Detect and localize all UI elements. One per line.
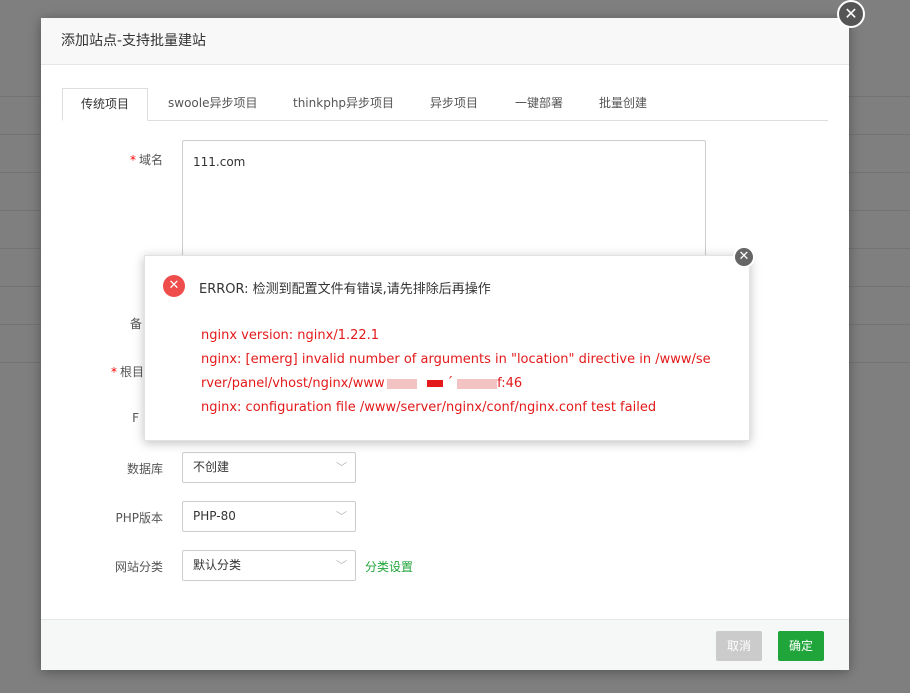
tab-swoole[interactable]: swoole异步项目 [168,88,257,120]
tab-async[interactable]: 异步项目 [430,88,478,120]
required-mark: * [129,153,136,167]
error-popup: ✕ ✕ ERROR: 检测到配置文件有错误,请先排除后再操作 nginx ver… [144,246,755,441]
tab-traditional[interactable]: 传统项目 [62,88,149,121]
root-dir-label: * 根目 [41,363,144,380]
remark-label: 备 [129,317,142,331]
database-label: 数据库 [126,462,163,476]
tab-batch-create[interactable]: 批量创建 [599,88,647,120]
ftp-label: F [132,411,139,425]
site-category-value: 默认分类 [193,558,242,572]
error-line-part: f:46 [497,376,523,391]
error-title: ERROR: 检测到配置文件有错误,请先排除后再操作 [199,282,491,297]
domain-value: 111.com [193,155,246,169]
chevron-down-icon: ﹀ [336,461,347,474]
dialog-footer: 取消 确定 [41,619,849,670]
domain-label-text: 域名 [138,153,163,167]
redacted-block [457,378,498,389]
tab-one-click-deploy[interactable]: 一键部署 [515,88,563,120]
confirm-button[interactable]: 确定 [778,631,824,661]
error-line: nginx: configuration file /www/server/ng… [201,400,657,415]
tab-thinkphp[interactable]: thinkphp异步项目 [293,88,394,120]
error-close-icon[interactable]: ✕ [733,246,755,268]
required-mark: * [110,365,117,379]
site-category-select[interactable]: 默认分类 ﹀ [182,550,356,581]
error-line-part: ´ [446,376,454,391]
dialog-close-icon[interactable]: ✕ [837,0,865,28]
cancel-button[interactable]: 取消 [716,631,762,661]
site-category-label: 网站分类 [114,560,163,574]
error-line: nginx: [emerg] invalid number of argumen… [201,352,711,367]
error-line: rver/panel/vhost/nginx/www ´ f:46 [201,376,522,391]
database-select[interactable]: 不创建 ﹀ [182,452,356,483]
dialog-title: 添加站点-支持批量建站 [41,18,849,65]
tab-bar: 传统项目 swoole异步项目 thinkphp异步项目 异步项目 一键部署 批… [62,88,828,121]
domain-label: * 域名 [63,151,163,168]
root-dir-label-text: 根目 [119,365,144,379]
php-version-label: PHP版本 [115,511,164,525]
domain-textarea[interactable]: 111.com [182,140,706,258]
redacted-block [386,378,417,389]
error-icon: ✕ [163,275,185,297]
category-settings-link[interactable]: 分类设置 [365,558,413,575]
error-line-part: rver/panel/vhost/nginx/www [201,376,385,391]
redacted-block [426,380,443,387]
chevron-down-icon: ﹀ [336,510,347,523]
php-version-value: PHP-80 [193,509,236,523]
database-value: 不创建 [193,460,230,474]
chevron-down-icon: ﹀ [336,559,347,572]
error-line: nginx version: nginx/1.22.1 [201,328,380,343]
php-version-select[interactable]: PHP-80 ﹀ [182,501,356,532]
